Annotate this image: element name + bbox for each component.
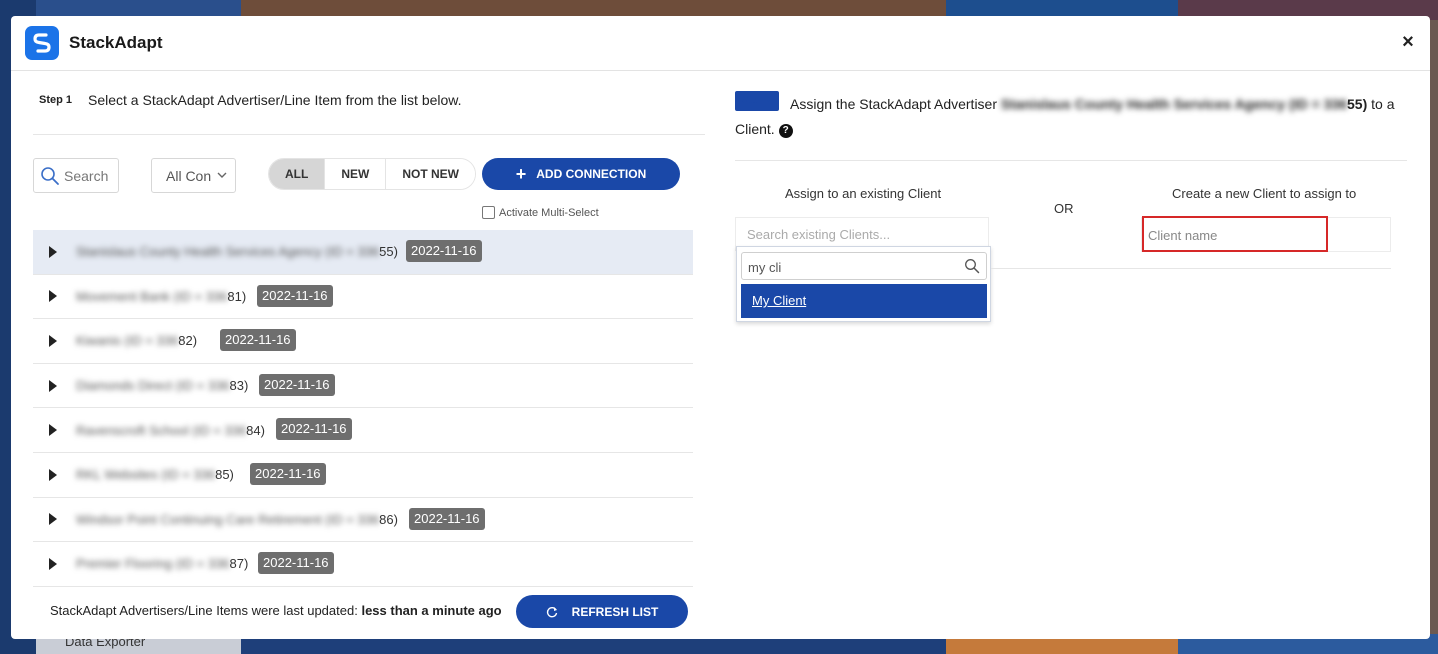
step1-instructions: Select a StackAdapt Advertiser/Line Item… — [88, 92, 462, 108]
add-connection-label: ADD CONNECTION — [536, 167, 647, 181]
search-input[interactable] — [64, 166, 116, 186]
filter-toggle-group: ALL NEW NOT NEW — [268, 158, 476, 190]
new-client-field[interactable] — [1142, 216, 1328, 252]
table-row[interactable]: Premier Flooring (ID = 33687) 2022-11-16 — [33, 542, 693, 587]
selected-advertiser: Stanislaus County Health Services Agency… — [1000, 96, 1368, 112]
client-search-input[interactable] — [748, 258, 948, 276]
search-icon — [965, 259, 980, 274]
refresh-list-label: REFRESH LIST — [571, 604, 659, 619]
expand-arrow-icon[interactable] — [44, 377, 62, 395]
stackadapt-modal: StackAdapt × Step 1 Select a StackAdapt … — [11, 16, 1430, 639]
last-updated-time: less than a minute ago — [361, 603, 502, 618]
advertiser-list: Stanislaus County Health Services Agency… — [33, 230, 693, 587]
divider — [991, 268, 1391, 269]
client-option-my-client[interactable]: My Client — [741, 284, 987, 318]
filter-all-button[interactable]: ALL — [269, 159, 326, 189]
date-badge: 2022-11-16 — [259, 373, 335, 396]
stackadapt-s-icon — [33, 33, 51, 53]
row-name: RKL Websites (ID = 33685) — [76, 467, 234, 483]
row-name: Ravenscroft School (ID = 33684) — [76, 422, 265, 438]
table-row[interactable]: Stanislaus County Health Services Agency… — [33, 230, 693, 275]
step1-label: Step 1 — [39, 94, 73, 106]
table-row[interactable]: Movement Bank (ID = 33681) 2022-11-16 — [33, 275, 693, 320]
date-badge: 2022-11-16 — [276, 418, 352, 441]
expand-arrow-icon[interactable] — [44, 555, 62, 573]
refresh-icon — [546, 606, 557, 617]
expand-arrow-icon[interactable] — [44, 510, 62, 528]
filter-not-new-button[interactable]: NOT NEW — [386, 159, 475, 189]
table-row[interactable]: Kiwanis (ID = 33682) 2022-11-16 — [33, 319, 693, 364]
row-name: Premier Flooring (ID = 33687) — [76, 556, 249, 572]
add-connection-button[interactable]: + ADD CONNECTION — [482, 158, 680, 190]
last-updated-note: StackAdapt Advertisers/Line Items were l… — [50, 603, 502, 618]
last-updated-text: StackAdapt Advertisers/Line Items were l… — [50, 603, 362, 618]
plus-icon: + — [515, 164, 527, 184]
date-badge: 2022-11-16 — [409, 507, 485, 530]
connection-select[interactable]: All Connections — [151, 158, 236, 193]
create-new-label: Create a new Client to assign to — [1172, 186, 1357, 201]
client-name-input[interactable] — [1148, 226, 1318, 244]
stackadapt-logo-icon — [25, 26, 59, 60]
table-row[interactable]: Windsor Point Continuing Care Retirement… — [33, 498, 693, 543]
refresh-list-button[interactable]: REFRESH LIST — [516, 595, 688, 628]
row-name: Movement Bank (ID = 33681) — [76, 288, 247, 304]
row-name: Kiwanis (ID = 33682) — [76, 333, 198, 349]
or-label: OR — [1054, 201, 1074, 216]
row-name: Stanislaus County Health Services Agency… — [76, 244, 398, 260]
multi-select-toggle[interactable]: Activate Multi-Select — [482, 206, 599, 219]
date-badge: 2022-11-16 — [257, 284, 333, 307]
date-badge: 2022-11-16 — [406, 240, 482, 262]
modal-header: StackAdapt × — [11, 16, 1430, 71]
multi-select-checkbox[interactable] — [482, 206, 495, 219]
table-row[interactable]: Ravenscroft School (ID = 33684) 2022-11-… — [33, 408, 693, 453]
date-badge: 2022-11-16 — [258, 552, 334, 575]
assign-existing-label: Assign to an existing Client — [785, 186, 942, 201]
date-badge: 2022-11-16 — [250, 462, 326, 485]
filter-new-button[interactable]: NEW — [325, 159, 387, 189]
table-row[interactable]: Diamonds Direct (ID = 33683) 2022-11-16 — [33, 364, 693, 409]
expand-arrow-icon[interactable] — [44, 466, 62, 484]
client-dropdown: My Client — [736, 246, 991, 322]
close-button[interactable]: × — [1398, 31, 1418, 53]
connection-select-value: All Connections — [166, 168, 212, 184]
expand-arrow-icon[interactable] — [44, 421, 62, 439]
modal-title: StackAdapt — [69, 33, 163, 52]
divider — [33, 134, 705, 135]
search-field[interactable] — [33, 158, 119, 193]
existing-client-placeholder: Search existing Clients... — [747, 227, 891, 242]
search-icon — [41, 167, 59, 185]
help-icon[interactable]: ? — [778, 124, 793, 138]
row-name: Windsor Point Continuing Care Retirement… — [76, 511, 398, 527]
expand-arrow-icon[interactable] — [44, 332, 62, 350]
expand-arrow-icon[interactable] — [44, 243, 62, 261]
multi-select-label: Activate Multi-Select — [499, 206, 599, 219]
row-name: Diamonds Direct (ID = 33683) — [76, 378, 249, 394]
table-row[interactable]: RKL Websites (ID = 33685) 2022-11-16 — [33, 453, 693, 498]
step2-instructions: Assign the StackAdapt Advertiser Stanisl… — [735, 96, 1395, 138]
client-dropdown-search[interactable] — [741, 252, 987, 280]
expand-arrow-icon[interactable] — [44, 287, 62, 305]
date-badge: 2022-11-16 — [220, 329, 296, 352]
divider — [735, 160, 1407, 161]
chevron-down-icon — [217, 172, 227, 178]
